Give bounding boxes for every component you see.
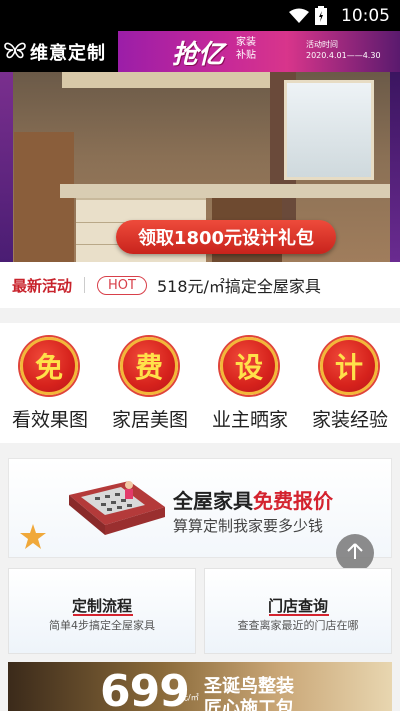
wifi-icon [289, 8, 309, 24]
quote-subtitle: 算算定制我家要多少钱 [173, 517, 324, 535]
hero-carousel[interactable]: 领取1800元设计礼包 [0, 72, 400, 262]
package-unit: 元/㎡ [180, 693, 199, 702]
category-label: 家装经验 [311, 409, 388, 431]
divider [73, 614, 133, 616]
package-price: 699 [100, 666, 190, 711]
promo-headline: 抢亿 [172, 40, 225, 70]
starfish-icon [20, 524, 46, 549]
clock: 10:05 [341, 5, 390, 26]
category-renderings[interactable]: 免 看效果图 [0, 323, 100, 443]
back-to-top-icon [345, 541, 365, 565]
card-subtitle: 简单4步搞定全屋家具 [49, 619, 155, 632]
status-bar: 10:05 [0, 0, 400, 31]
app-screen: 10:05 维意定制 抢亿 家装补贴 活动时间 2020.4.01——4.30 [0, 0, 400, 711]
hero-shelf [62, 72, 282, 88]
latest-activity-bar[interactable]: 最新活动 HOT 518元/㎡搞定全屋家具 [0, 262, 400, 308]
back-to-top-button[interactable] [336, 534, 374, 572]
package-title: 圣诞鸟整装 匠心施工包 [204, 676, 294, 711]
latest-activity-label: 最新活动 [12, 276, 73, 295]
category-grid: 免 看效果图 费 家居美图 设 业主晒家 计 家装经验 [0, 323, 400, 443]
quote-title-main: 全屋家具 [173, 489, 253, 513]
category-label: 家居美图 [111, 409, 188, 431]
butterfly-logo-icon [4, 41, 26, 63]
calculator-icon [69, 481, 165, 535]
design-icon: 设 [220, 337, 278, 395]
battery-icon [315, 6, 327, 25]
category-home-photos[interactable]: 费 家居美图 [100, 323, 200, 443]
brand[interactable]: 维意定制 [4, 31, 106, 72]
renovation-package-banner[interactable]: 699 元/㎡ 圣诞鸟整装 匠心施工包 [8, 662, 392, 711]
custom-process-card[interactable]: 定制流程 简单4步搞定全屋家具 [8, 568, 196, 654]
promo-banner[interactable]: 抢亿 家装补贴 活动时间 2020.4.01——4.30 [118, 31, 400, 72]
divider [84, 277, 86, 293]
quote-title-highlight: 免费报价 [253, 489, 333, 513]
promo-time-range: 2020.4.01——4.30 [306, 51, 381, 60]
free-icon: 免 [20, 337, 78, 395]
category-label: 业主晒家 [211, 409, 288, 431]
promo-time: 活动时间 2020.4.01——4.30 [306, 39, 381, 61]
package-title-line1: 圣诞鸟整装 [204, 676, 294, 697]
card-title: 门店查询 [267, 597, 328, 615]
design-gift-button[interactable]: 领取1800元设计礼包 [116, 220, 336, 254]
category-decor-tips[interactable]: 计 家装经验 [300, 323, 400, 443]
card-subtitle: 查查离家最近的门店在哪 [237, 619, 359, 632]
promo-time-label: 活动时间 [306, 40, 338, 49]
plan-icon: 计 [320, 337, 378, 395]
promo-subsidy: 家装补贴 [236, 37, 256, 61]
package-title-line2: 匠心施工包 [204, 698, 294, 711]
divider [269, 614, 329, 616]
hero-desk [60, 184, 390, 198]
activity-text[interactable]: 518元/㎡搞定全屋家具 [157, 273, 321, 297]
hero-window [284, 80, 374, 180]
hot-badge: HOT [97, 275, 147, 295]
brand-name: 维意定制 [30, 42, 106, 64]
quote-title: 全屋家具免费报价 [173, 485, 333, 514]
fee-icon: 费 [120, 337, 178, 395]
hero-edge-left [0, 72, 13, 262]
category-label: 看效果图 [11, 409, 88, 431]
store-locator-card[interactable]: 门店查询 查查离家最近的门店在哪 [204, 568, 392, 654]
header: 维意定制 抢亿 家装补贴 活动时间 2020.4.01——4.30 [0, 31, 400, 72]
free-quote-banner[interactable]: 全屋家具免费报价 算算定制我家要多少钱 [8, 458, 392, 558]
hero-edge-right [390, 72, 400, 262]
category-owner-showcase[interactable]: 设 业主晒家 [200, 323, 300, 443]
card-title: 定制流程 [71, 597, 132, 615]
